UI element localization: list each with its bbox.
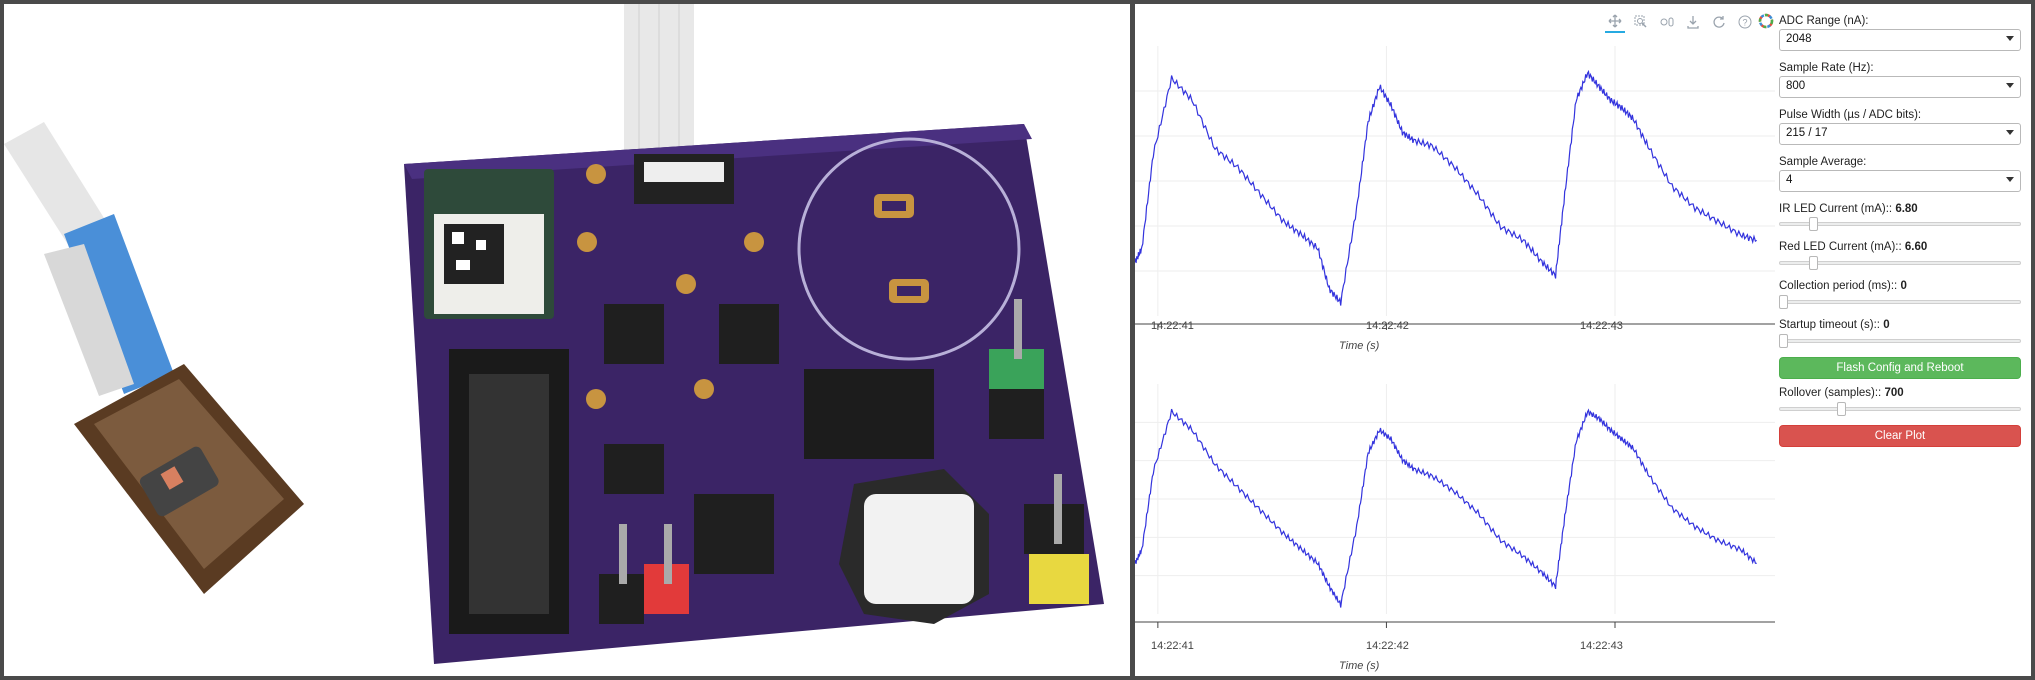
rollover-value: 700 xyxy=(1884,387,1904,399)
hardware-photo xyxy=(4,4,1130,676)
plot-top-tick-1: 14:22:42 xyxy=(1366,320,1409,332)
slider-handle[interactable] xyxy=(1837,402,1847,416)
rollover-label: Rollover (samples):: 700 xyxy=(1779,387,1904,399)
plot-top-x-title: Time (s) xyxy=(1339,340,1380,352)
collection-period-label: Collection period (ms):: 0 xyxy=(1779,280,1907,292)
rollover-label-text: Rollover (samples):: xyxy=(1779,387,1885,399)
red-led-label-text: Red LED Current (mA):: xyxy=(1779,241,1905,253)
plot-bottom-tick-2: 14:22:43 xyxy=(1580,640,1623,652)
sample-rate-select[interactable]: 800 xyxy=(1779,76,2021,98)
sample-rate-value: 800 xyxy=(1786,80,1806,92)
plot-bottom-x-title: Time (s) xyxy=(1339,660,1380,672)
bokeh-logo-icon xyxy=(1758,13,1774,29)
collection-period-label-text: Collection period (ms):: xyxy=(1779,280,1901,292)
chevron-down-icon xyxy=(2006,36,2014,41)
reset-icon[interactable] xyxy=(1709,12,1729,32)
chevron-down-icon xyxy=(2006,83,2014,88)
plot-top[interactable] xyxy=(1135,36,1775,336)
pulse-width-label: Pulse Width (µs / ADC bits): xyxy=(1779,109,1922,121)
plot-top-tick-0: 14:22:41 xyxy=(1151,320,1194,332)
slider-handle[interactable] xyxy=(1809,217,1819,231)
plot-top-tick-2: 14:22:43 xyxy=(1580,320,1623,332)
plot-bottom[interactable] xyxy=(1135,374,1775,634)
slider-handle[interactable] xyxy=(1779,295,1788,309)
red-led-label: Red LED Current (mA):: 6.60 xyxy=(1779,241,1927,253)
ir-led-label-text: IR LED Current (mA):: xyxy=(1779,203,1896,215)
pulse-width-value: 215 / 17 xyxy=(1786,127,1828,139)
help-icon[interactable]: ? xyxy=(1735,12,1755,32)
red-led-value: 6.60 xyxy=(1904,241,1928,253)
pulse-width-select[interactable]: 215 / 17 xyxy=(1779,123,2021,145)
rollover-slider[interactable] xyxy=(1779,402,2021,416)
series-line xyxy=(1135,408,1757,608)
pan-icon[interactable] xyxy=(1605,11,1625,33)
chevron-down-icon xyxy=(2006,177,2014,182)
collection-period-value: 0 xyxy=(1900,280,1907,292)
pcb-illustration xyxy=(4,4,1104,664)
startup-timeout-value: 0 xyxy=(1883,319,1890,331)
plots-area: ? 14:22:41 14:22:42 14:22:43 Time (s) 14… xyxy=(1135,4,1775,676)
sample-rate-label: Sample Rate (Hz): xyxy=(1779,62,1874,74)
plot-toolbar: ? xyxy=(1605,10,1755,34)
ir-led-value: 6.80 xyxy=(1895,203,1918,215)
clear-plot-button[interactable]: Clear Plot xyxy=(1779,425,2021,447)
adc-range-label: ADC Range (nA): xyxy=(1779,15,1869,27)
plot-bottom-tick-0: 14:22:41 xyxy=(1151,640,1194,652)
sample-average-label: Sample Average: xyxy=(1779,156,1867,168)
chevron-down-icon xyxy=(2006,130,2014,135)
ir-led-label: IR LED Current (mA):: 6.80 xyxy=(1779,203,1918,215)
slider-handle[interactable] xyxy=(1809,256,1819,270)
startup-timeout-label-text: Startup timeout (s):: xyxy=(1779,319,1884,331)
box-zoom-icon[interactable] xyxy=(1631,12,1651,32)
ir-led-slider[interactable] xyxy=(1779,217,2021,231)
save-icon[interactable] xyxy=(1683,12,1703,32)
adc-range-value: 2048 xyxy=(1786,33,1812,45)
adc-range-select[interactable]: 2048 xyxy=(1779,29,2021,51)
startup-timeout-label: Startup timeout (s):: 0 xyxy=(1779,319,1890,331)
svg-text:?: ? xyxy=(1742,18,1747,28)
plot-bottom-tick-1: 14:22:42 xyxy=(1366,640,1409,652)
startup-timeout-slider[interactable] xyxy=(1779,334,2021,348)
sample-average-select[interactable]: 4 xyxy=(1779,170,2021,192)
flash-config-button[interactable]: Flash Config and Reboot xyxy=(1779,357,2021,379)
collection-period-slider[interactable] xyxy=(1779,295,2021,309)
sample-average-value: 4 xyxy=(1786,174,1793,186)
red-led-slider[interactable] xyxy=(1779,256,2021,270)
wheel-zoom-icon[interactable] xyxy=(1657,12,1677,32)
slider-handle[interactable] xyxy=(1779,334,1788,348)
controls-panel: ADC Range (nA): 2048 Sample Rate (Hz): 8… xyxy=(1758,4,2031,676)
